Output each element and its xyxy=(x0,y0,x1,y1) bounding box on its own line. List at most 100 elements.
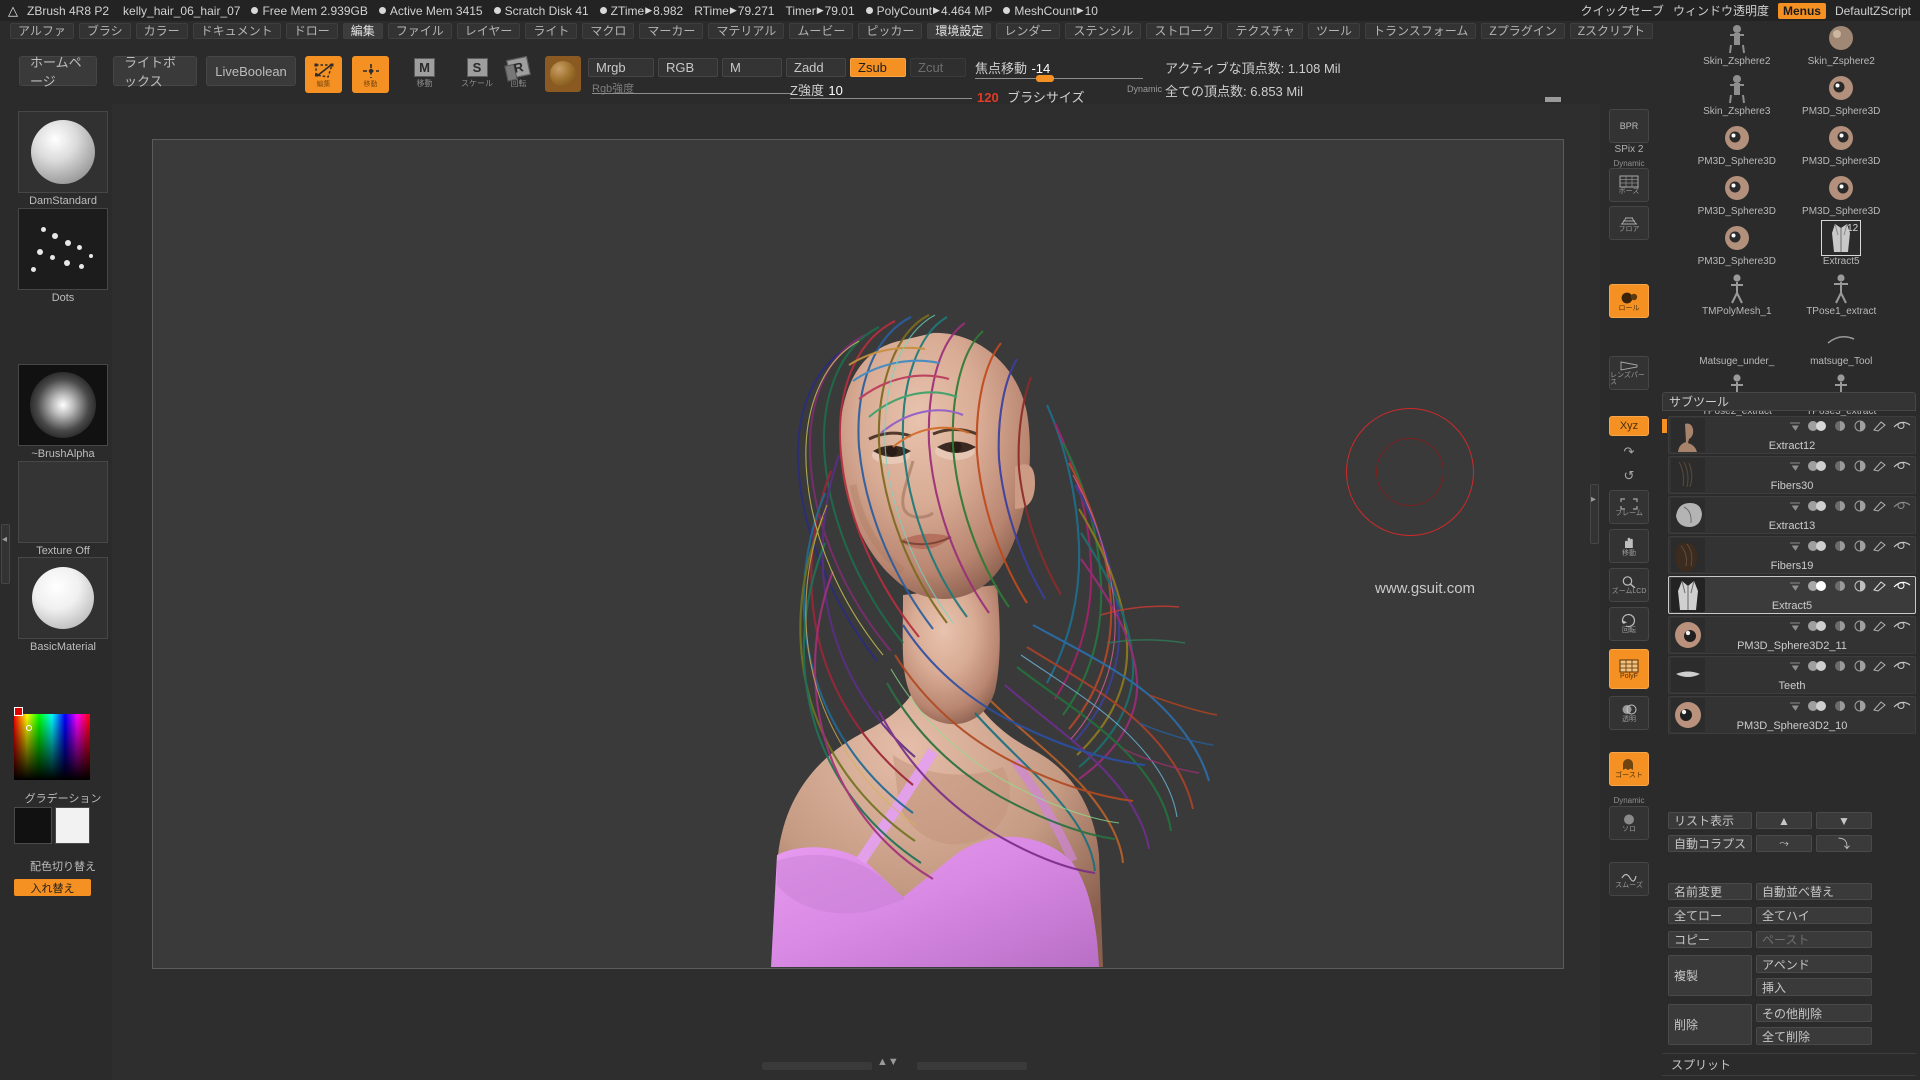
menu-item-marker[interactable]: マーカー xyxy=(639,22,704,39)
tool-cell-pm3d-sphere3d-3[interactable]: PM3D_Sphere3D xyxy=(1793,121,1889,167)
menu-item-transform[interactable]: トランスフォーム xyxy=(1364,22,1477,39)
menu-item-preferences[interactable]: 環境設定 xyxy=(927,22,992,39)
z-intensity-slider[interactable]: Z強度 10 xyxy=(790,80,843,100)
eye-icon[interactable] xyxy=(1893,620,1911,632)
active-color-swatch[interactable] xyxy=(14,707,23,716)
half-dot-icon[interactable] xyxy=(1834,540,1848,552)
subtool-row-fibers30[interactable]: Fibers30 xyxy=(1668,456,1916,494)
smooth-button[interactable]: スムーズ xyxy=(1609,862,1649,896)
tool-cell-skin-zsphere2-a[interactable]: Skin_Zsphere2 xyxy=(1689,21,1785,67)
texture-selector[interactable]: Texture Off xyxy=(18,461,108,557)
rename-button[interactable]: 名前変更 xyxy=(1668,883,1752,900)
move-subtool-up-button[interactable]: ▲ xyxy=(1756,812,1812,829)
rotate-tool-icon-button[interactable]: R 回転 xyxy=(506,56,531,89)
material-selector[interactable]: BasicMaterial xyxy=(18,557,108,653)
tool-cell-pm3d-sphere3d-5[interactable]: PM3D_Sphere3D xyxy=(1793,171,1889,217)
stroke-thumbnail[interactable] xyxy=(18,208,108,290)
tool-thumbnail[interactable] xyxy=(1718,271,1756,305)
local-roll-button[interactable]: ロール xyxy=(1609,284,1649,318)
contrast-icon[interactable] xyxy=(1853,660,1867,672)
zoom-lcd-button[interactable]: ズームLCD xyxy=(1609,568,1649,602)
eye-icon[interactable] xyxy=(1893,580,1911,592)
subtool-row-pm3d-sphere3d2-10[interactable]: PM3D_Sphere3D2_10 xyxy=(1668,696,1916,734)
menu-item-picker[interactable]: ピッカー xyxy=(858,22,923,39)
collapse-arrow-icon[interactable] xyxy=(1789,461,1802,471)
contrast-icon[interactable] xyxy=(1853,540,1867,552)
subtool-row-icons[interactable] xyxy=(1789,460,1911,472)
menu-item-layer[interactable]: レイヤー xyxy=(456,22,521,39)
canvas-scroll-arrows-icon[interactable]: ▲▼ xyxy=(877,1056,899,1068)
menu-item-draw[interactable]: ドロー xyxy=(285,22,338,39)
tool-cell-pm3d-sphere3d-2[interactable]: PM3D_Sphere3D xyxy=(1689,121,1785,167)
delete-button[interactable]: 削除 xyxy=(1668,1004,1752,1045)
paint-icon[interactable] xyxy=(1872,580,1888,592)
menu-item-document[interactable]: ドキュメント xyxy=(192,22,281,39)
subtool-row-teeth[interactable]: Teeth xyxy=(1668,656,1916,694)
tool-cell-pm3d-sphere3d-4[interactable]: PM3D_Sphere3D xyxy=(1689,171,1785,217)
tool-thumbnail[interactable] xyxy=(1718,171,1756,205)
subtool-row-extract13[interactable]: Extract13 xyxy=(1668,496,1916,534)
split-section-header[interactable]: スプリット xyxy=(1666,1055,1906,1073)
tool-cell-skin-zsphere2-b[interactable]: Skin_Zsphere2 xyxy=(1793,21,1889,67)
tool-thumbnail[interactable] xyxy=(1718,121,1756,155)
alpha-selector[interactable]: ~BrushAlpha xyxy=(18,364,108,460)
subtool-row-icons[interactable] xyxy=(1789,500,1911,512)
primary-color-swatch[interactable] xyxy=(55,807,90,844)
menu-item-edit[interactable]: 編集 xyxy=(342,22,383,39)
all-high-button[interactable]: 全てハイ xyxy=(1756,907,1872,924)
zsub-button[interactable]: Zsub xyxy=(850,58,906,77)
menu-item-file[interactable]: ファイル xyxy=(387,22,452,39)
insert-button[interactable]: 挿入 xyxy=(1756,978,1872,996)
liveboolean-button[interactable]: LiveBoolean xyxy=(206,56,296,86)
eye-icon[interactable] xyxy=(1893,420,1911,432)
menu-item-movie[interactable]: ムービー xyxy=(789,22,854,39)
brush-selector[interactable]: DamStandard xyxy=(18,111,108,207)
tool-thumbnail[interactable] xyxy=(1718,321,1756,355)
texture-thumbnail[interactable] xyxy=(18,461,108,543)
paint-icon[interactable] xyxy=(1872,540,1888,552)
subtool-row-icons[interactable] xyxy=(1789,580,1911,592)
auto-reorder-button[interactable]: 自動並べ替え xyxy=(1756,883,1872,900)
contrast-icon[interactable] xyxy=(1853,500,1867,512)
rotate-view-button[interactable]: 回転 xyxy=(1609,607,1649,641)
move-view-button[interactable]: 移動 xyxy=(1609,529,1649,563)
left-palette-collapse-handle[interactable] xyxy=(1,524,10,584)
copy-button[interactable]: コピー xyxy=(1668,931,1752,948)
paint-icon[interactable] xyxy=(1872,620,1888,632)
tool-cell-extract5[interactable]: 12 Extract5 xyxy=(1793,220,1889,267)
visibility-dot-icon[interactable] xyxy=(1807,700,1829,712)
half-dot-icon[interactable] xyxy=(1834,700,1848,712)
alpha-thumbnail[interactable] xyxy=(18,364,108,446)
eye-icon[interactable] xyxy=(1893,500,1911,512)
focal-shift-knob[interactable] xyxy=(1036,75,1054,82)
contrast-icon[interactable] xyxy=(1853,580,1867,592)
document-viewport[interactable]: www.gsuit.com xyxy=(152,139,1564,969)
move-subtool-down-button[interactable]: ▼ xyxy=(1816,812,1872,829)
canvas-area[interactable]: www.gsuit.com ▲▼ ▸ xyxy=(112,104,1600,1080)
window-opacity-slider[interactable]: ウィンドウ透明度 xyxy=(1672,2,1773,27)
menu-item-brush[interactable]: ブラシ xyxy=(78,22,131,39)
focal-shift-track[interactable] xyxy=(975,78,1143,79)
visibility-dot-icon[interactable] xyxy=(1807,420,1829,432)
homepage-button[interactable]: ホームページ xyxy=(19,55,97,89)
half-dot-icon[interactable] xyxy=(1834,620,1848,632)
move-tool-icon-button[interactable]: M 移動 xyxy=(411,58,435,89)
subtool-row-icons[interactable] xyxy=(1789,700,1911,712)
contrast-icon[interactable] xyxy=(1853,460,1867,472)
tool-thumbnail[interactable] xyxy=(1822,71,1860,105)
append-button[interactable]: アペンド xyxy=(1756,955,1872,973)
pose-button[interactable]: ポーズ xyxy=(1609,168,1649,202)
transparency-button[interactable]: 透明 xyxy=(1609,696,1649,730)
list-view-button[interactable]: リスト表示 xyxy=(1668,812,1752,829)
half-dot-icon[interactable] xyxy=(1834,660,1848,672)
menu-item-render[interactable]: レンダー xyxy=(996,22,1061,39)
menu-item-zplugin[interactable]: Zプラグイン xyxy=(1481,22,1565,39)
subtool-row-fibers19[interactable]: Fibers19 xyxy=(1668,536,1916,574)
subtool-row-extract5[interactable]: Extract5 xyxy=(1668,576,1916,614)
tool-thumbnail[interactable] xyxy=(1718,21,1756,55)
tool-thumbnail-selected[interactable]: 12 xyxy=(1821,220,1862,256)
rgb-button[interactable]: RGB xyxy=(658,58,718,77)
tool-thumbnail[interactable] xyxy=(1718,221,1756,255)
subtool-row-icons[interactable] xyxy=(1789,420,1911,432)
canvas-scroll-handle-left[interactable] xyxy=(762,1062,872,1070)
